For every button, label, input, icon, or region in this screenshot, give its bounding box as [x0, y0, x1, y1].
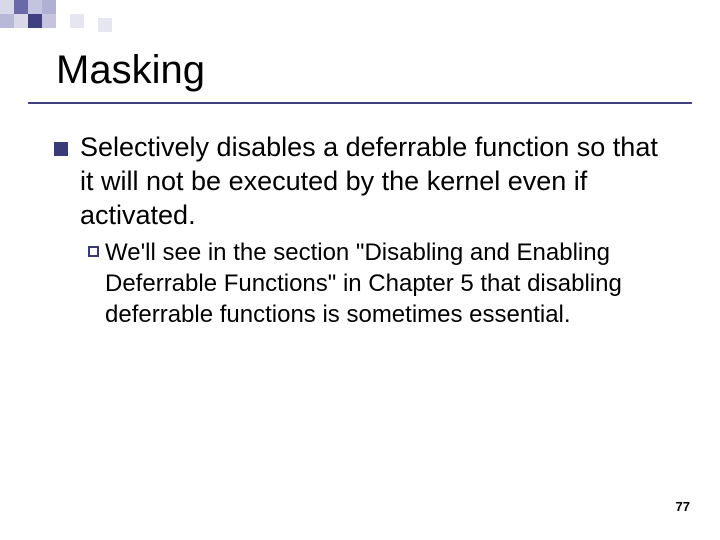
slide: Masking Selectively disables a deferrabl… [0, 0, 720, 540]
square-bullet-icon [54, 142, 68, 156]
bullet-level2: We'll see in the section "Disabling and … [88, 238, 672, 330]
page-number: 77 [676, 499, 690, 514]
hollow-square-bullet-icon [88, 246, 99, 257]
slide-content: Selectively disables a deferrable functi… [54, 131, 672, 330]
bullet-text: Selectively disables a deferrable functi… [80, 131, 672, 232]
subbullet-text: We'll see in the section "Disabling and … [105, 238, 672, 330]
bullet-level1: Selectively disables a deferrable functi… [54, 131, 672, 232]
title-underline [28, 102, 692, 104]
slide-title: Masking [56, 48, 672, 93]
